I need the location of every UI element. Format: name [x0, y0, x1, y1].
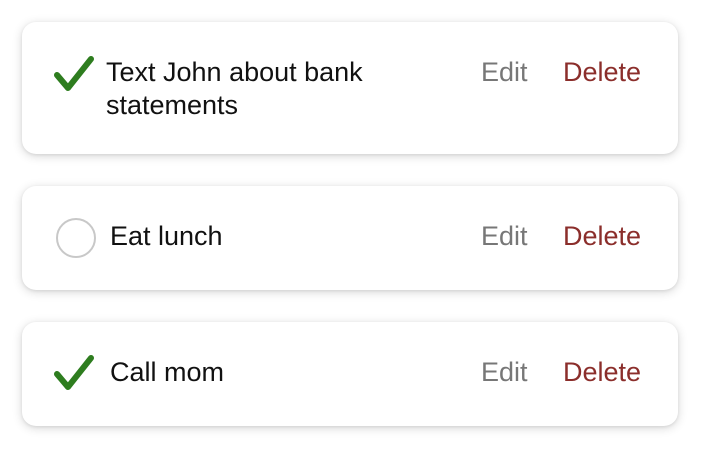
todo-text: Call mom — [110, 357, 225, 387]
checkmark-icon — [54, 56, 94, 91]
edit-button[interactable]: Edit — [481, 56, 528, 89]
edit-button[interactable]: Edit — [481, 356, 528, 389]
todo-item: Call mom Edit Delete — [22, 322, 678, 426]
todo-text: Text John about bank statements — [106, 57, 363, 120]
delete-button[interactable]: Delete — [563, 356, 641, 389]
empty-circle-icon — [56, 218, 96, 258]
todo-toggle[interactable] — [54, 352, 98, 396]
delete-button[interactable]: Delete — [563, 220, 641, 253]
todo-toggle[interactable] — [54, 216, 98, 260]
todo-toggle[interactable] — [54, 53, 98, 97]
todo-item: Text John about bank statements Edit Del… — [22, 22, 678, 154]
edit-button[interactable]: Edit — [481, 220, 528, 253]
delete-button[interactable]: Delete — [563, 56, 641, 89]
todo-item: Eat lunch Edit Delete — [22, 186, 678, 290]
todo-text: Eat lunch — [110, 221, 223, 251]
checkmark-icon — [54, 355, 94, 390]
todo-list: Text John about bank statements Edit Del… — [0, 0, 704, 472]
